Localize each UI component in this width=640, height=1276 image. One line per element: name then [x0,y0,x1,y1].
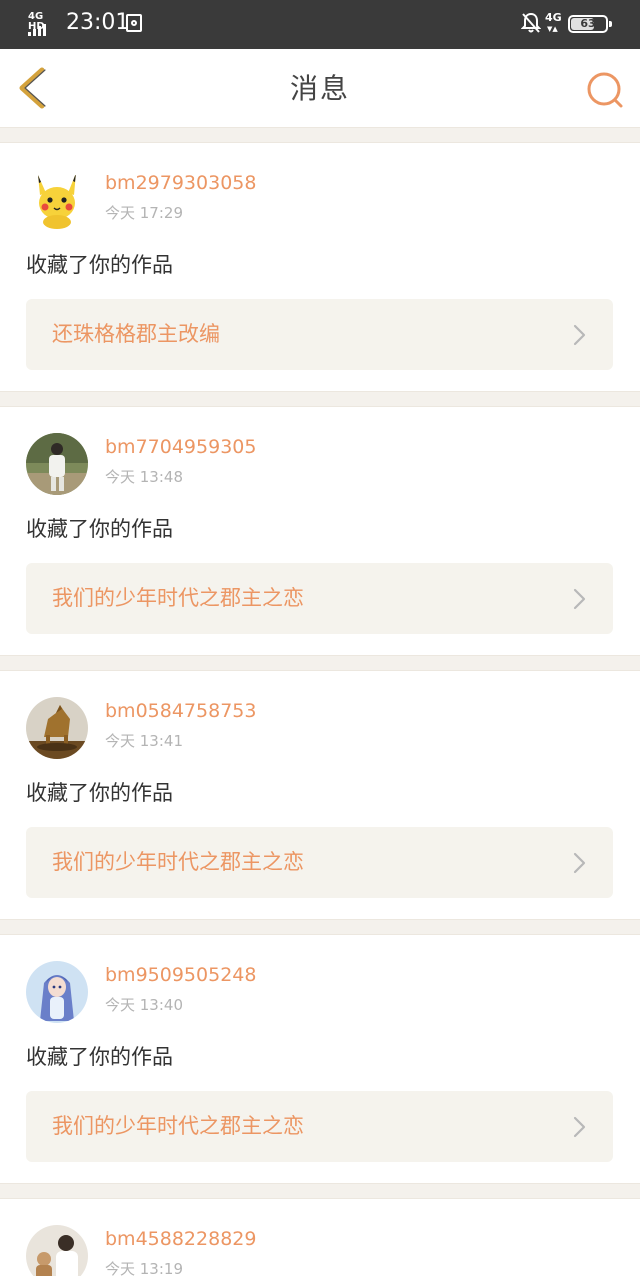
message-time: 今天 13:19 [105,1260,183,1276]
anime-girl-avatar-icon [26,961,88,1023]
data-activity-icon: ▼▲ [547,25,558,33]
avatar[interactable] [26,961,88,1023]
battery-icon: 63 [568,15,612,33]
work-link[interactable]: 我们的少年时代之郡主之恋 [26,827,613,898]
chevron-right-icon [573,1116,586,1138]
page-title: 消息 [289,72,350,105]
work-title: 我们的少年时代之郡主之恋 [52,850,304,874]
chevron-right-icon [573,324,586,346]
pikachu-avatar-icon [26,169,88,231]
top-nav: 消息 [0,49,640,129]
mobile-network-type: 4G [545,11,562,24]
work-link[interactable]: 还珠格格郡主改编 [26,299,613,370]
work-link[interactable]: 我们的少年时代之郡主之恋 [26,1091,613,1162]
bronze-horse-avatar-icon [26,697,88,759]
avatar[interactable] [26,697,88,759]
work-title: 还珠格格郡主改编 [52,322,220,346]
status-bar: 4G HD 23:01 4G ▼▲ 63 [0,0,640,49]
message-item: bm4588228829 今天 13:19 [0,1199,640,1276]
chevron-right-icon [573,852,586,874]
avatar[interactable] [26,433,88,495]
avatar[interactable] [26,169,88,231]
username[interactable]: bm7704959305 [105,433,256,461]
message-time: 今天 13:41 [105,732,183,750]
message-action: 收藏了你的作品 [26,1045,173,1069]
message-item: bm9509505248 今天 13:40 收藏了你的作品 我们的少年时代之郡主… [0,935,640,1183]
screenshot-icon [126,14,142,32]
section-divider [0,1183,640,1199]
work-link[interactable]: 我们的少年时代之郡主之恋 [26,563,613,634]
username[interactable]: bm0584758753 [105,697,256,725]
message-item: bm7704959305 今天 13:48 收藏了你的作品 我们的少年时代之郡主… [0,407,640,655]
section-divider [0,655,640,671]
search-icon[interactable] [584,69,626,111]
work-title: 我们的少年时代之郡主之恋 [52,1114,304,1138]
section-divider [0,127,640,143]
message-time: 今天 13:48 [105,468,183,486]
message-time: 今天 13:40 [105,996,183,1014]
status-time: 23:01 [66,10,130,35]
network-signal-icon: 4G HD [28,12,58,36]
mute-bell-icon [521,12,541,33]
username[interactable]: bm9509505248 [105,961,256,989]
chevron-right-icon [573,588,586,610]
message-item: bm0584758753 今天 13:41 收藏了你的作品 我们的少年时代之郡主… [0,671,640,919]
message-action: 收藏了你的作品 [26,781,173,805]
username[interactable]: bm2979303058 [105,169,256,197]
person-photo-2-avatar-icon [26,1225,88,1276]
message-action: 收藏了你的作品 [26,517,173,541]
section-divider [0,919,640,935]
message-item: bm2979303058 今天 17:29 收藏了你的作品 还珠格格郡主改编 [0,143,640,391]
username[interactable]: bm4588228829 [105,1225,256,1253]
message-action: 收藏了你的作品 [26,253,173,277]
avatar[interactable] [26,1225,88,1276]
message-time: 今天 17:29 [105,204,183,222]
section-divider [0,391,640,407]
battery-level: 63 [580,17,596,30]
person-photo-avatar-icon [26,433,88,495]
work-title: 我们的少年时代之郡主之恋 [52,586,304,610]
